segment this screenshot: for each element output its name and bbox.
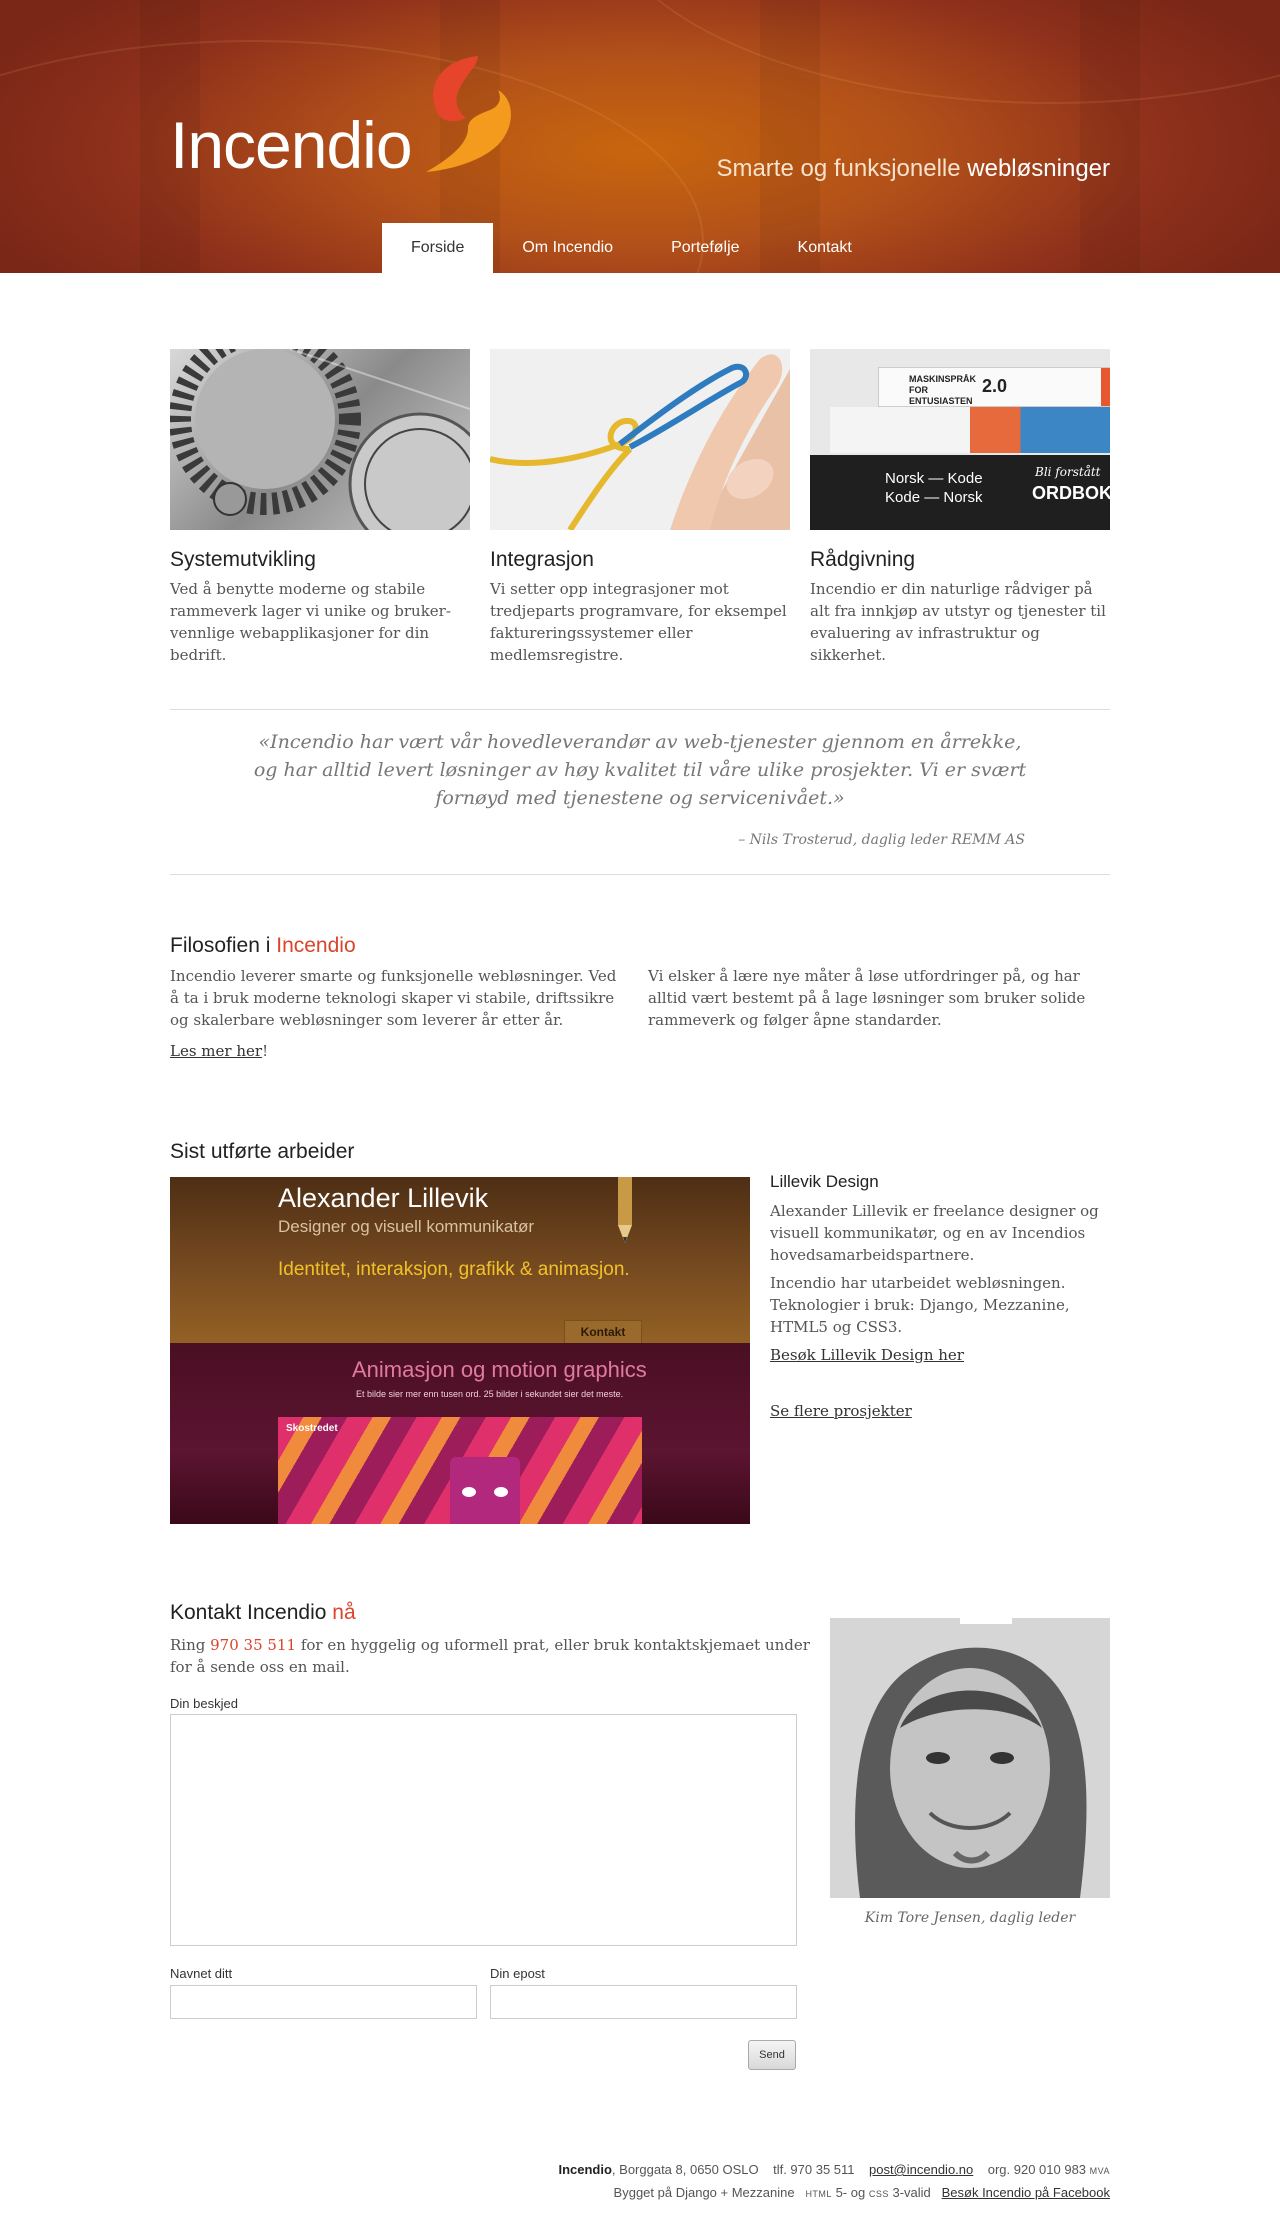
philosophy-heading: Filosofien i Incendio — [170, 934, 356, 958]
footer-address: , Borggata 8, 0650 OSLO — [611, 2162, 759, 2177]
project-screenshot[interactable]: Alexander Lillevik Designer og visuell k… — [170, 1177, 750, 1524]
book — [830, 407, 1110, 453]
portrait-photo — [830, 1618, 1110, 1898]
service-title: Systemutvikling — [170, 548, 316, 571]
email-field[interactable] — [490, 1985, 797, 2019]
service-text: Ved å benytte moderne og stabile rammeve… — [170, 580, 451, 664]
book-version: 2.0 — [982, 376, 1008, 396]
site-header: Incendio Smarte og funksjonelle webløsni… — [0, 0, 1280, 273]
footer-mva: MVA — [1089, 2166, 1110, 2176]
footer-facebook-link[interactable]: Besøk Incendio på Facebook — [942, 2185, 1110, 2200]
read-more-suffix: ! — [262, 1042, 269, 1060]
heading-accent: Incendio — [276, 934, 356, 957]
divider — [170, 709, 1110, 710]
tagline-bold: webløsninger — [967, 155, 1110, 182]
footer-built: Bygget på Django + Mezzanine — [613, 2185, 795, 2200]
footer-css: CSS — [868, 2189, 889, 2199]
book-title: Norsk — Kode Kode — Norsk — [885, 470, 983, 506]
book-title: MASKINSPRÅK FOR ENTUSIASTEN — [909, 374, 977, 406]
send-button[interactable]: Send — [748, 2040, 796, 2070]
rubber-band-icon — [490, 354, 790, 530]
logo[interactable]: Incendio — [170, 52, 520, 184]
service-text: Incendio er din naturlige rådviger på al… — [810, 580, 1106, 664]
footer-html: HTML — [805, 2189, 832, 2199]
read-more-link[interactable]: Les mer her — [170, 1042, 262, 1060]
footer-valid: 3-valid — [892, 2185, 931, 2200]
divider — [170, 874, 1110, 875]
nav-item-kontakt[interactable]: Kontakt — [769, 223, 881, 273]
portrait-icon — [830, 1618, 1110, 1898]
header-texture — [600, 0, 1280, 104]
service-card: Integrasjon Vi setter opp integrasjoner … — [490, 349, 790, 666]
footer-line-1: Incendio, Borggata 8, 0650 OSLO tlf. 970… — [558, 2162, 1110, 2177]
shot-anim-sub: Et bilde sier mer enn tusen ord. 25 bild… — [356, 1389, 624, 1399]
visit-project-link[interactable]: Besøk Lillevik Design her — [770, 1346, 964, 1364]
message-field[interactable] — [170, 1714, 797, 1946]
visit-link-wrap: Besøk Lillevik Design her — [770, 1344, 1110, 1366]
shot-tagline: Identitet, interaksjon, grafikk & animas… — [278, 1259, 630, 1280]
heading-text: Filosofien i — [170, 934, 271, 957]
footer-org: org. 920 010 983 — [987, 2162, 1087, 2177]
screenshot-top: Alexander Lillevik Designer og visuell k… — [170, 1177, 750, 1344]
shot-subtitle: Designer og visuell kommunikatør — [278, 1217, 535, 1236]
heading-accent: nå — [332, 1601, 356, 1624]
tagline-light: Smarte og funksjonelle — [716, 155, 961, 182]
name-label: Navnet ditt — [170, 1966, 233, 1981]
service-card: Systemutvikling Ved å benytte moderne og… — [170, 349, 470, 666]
read-more: Les mer her! — [170, 1040, 620, 1062]
nav-item-portefolje[interactable]: Portefølje — [642, 223, 768, 273]
screenshot-bottom: Animasjon og motion graphics Et bilde si… — [170, 1343, 750, 1524]
shot-name: Alexander Lillevik — [278, 1183, 489, 1213]
project-details: Lillevik Design Alexander Lillevik er fr… — [770, 1172, 1110, 1422]
message-label: Din beskjed — [170, 1696, 238, 1711]
book-title: ORDBOK — [1032, 483, 1110, 503]
more-projects-link[interactable]: Se flere prosjekter — [770, 1402, 912, 1420]
footer-email-link[interactable]: post@incendio.no — [869, 2162, 973, 2177]
philosophy-text: Incendio leverer smarte og funksjonelle … — [170, 967, 617, 1029]
phone-number[interactable]: 970 35 511 — [210, 1636, 296, 1654]
more-projects-wrap: Se flere prosjekter — [770, 1400, 1110, 1422]
video-label: Skostredet — [286, 1423, 338, 1434]
video-thumbnail: Skostredet — [278, 1417, 642, 1524]
tagline: Smarte og funksjonelle webløsninger — [716, 155, 1110, 183]
shot-anim-title: Animasjon og motion graphics — [352, 1357, 647, 1382]
philosophy-text: Vi elsker å lære nye måter å løse utford… — [648, 967, 1086, 1029]
book-title: Bli forstått — [1035, 465, 1101, 479]
gear-icon — [170, 349, 470, 530]
nav-item-forside[interactable]: Forside — [382, 223, 494, 273]
rubber-bands-image — [490, 349, 790, 530]
work-heading: Sist utførte arbeider — [170, 1140, 355, 1163]
service-title: Rådgivning — [810, 548, 916, 571]
toy-figure — [450, 1457, 520, 1524]
name-field[interactable] — [170, 1985, 477, 2019]
portrait-caption: Kim Tore Jensen, daglig leder — [864, 1910, 1076, 1926]
footer-line-2: Bygget på Django + Mezzanine HTML 5- og … — [614, 2185, 1110, 2200]
contact-intro: Ring 970 35 511 for en hyggelig og uform… — [170, 1634, 810, 1678]
service-card: MASKINSPRÅK FOR ENTUSIASTEN 2.0 Norsk — … — [810, 349, 1110, 666]
footer-company: Incendio — [558, 2162, 612, 2177]
book: Norsk — Kode Kode — Norsk Bli forstått O… — [810, 455, 1110, 530]
project-title: Lillevik Design — [770, 1172, 879, 1191]
project-description: Alexander Lillevik er freelance designer… — [770, 1202, 1099, 1264]
heading-text: Kontakt Incendio — [170, 1601, 327, 1624]
footer-phone: tlf. 970 35 511 — [773, 2162, 855, 2177]
shot-contact-button: Kontakt — [564, 1320, 642, 1344]
main-nav: Forside Om Incendio Portefølje Kontakt — [382, 223, 881, 273]
service-title: Integrasjon — [490, 548, 594, 571]
intro-prefix: Ring — [170, 1636, 206, 1654]
footer-five-og: 5- og — [835, 2185, 866, 2200]
logo-text: Incendio — [170, 108, 413, 182]
email-label: Din epost — [490, 1966, 545, 1981]
project-description: Incendio har utarbeidet webløsningen. Te… — [770, 1274, 1070, 1336]
nav-item-om-incendio[interactable]: Om Incendio — [493, 223, 642, 273]
pencil-icon — [618, 1177, 632, 1243]
flame-icon — [426, 56, 511, 172]
testimonial-author: – Nils Trosterud, daglig leder REMM AS — [738, 832, 1025, 848]
service-text: Vi setter opp integrasjoner mot tredjepa… — [490, 580, 787, 664]
contact-heading: Kontakt Incendio nå — [170, 1601, 356, 1625]
gears-image — [170, 349, 470, 530]
testimonial-quote: «Incendio har vært vår hovedleverandør a… — [253, 731, 1027, 809]
books-image: MASKINSPRÅK FOR ENTUSIASTEN 2.0 Norsk — … — [810, 349, 1110, 530]
book: MASKINSPRÅK FOR ENTUSIASTEN 2.0 — [878, 367, 1110, 407]
